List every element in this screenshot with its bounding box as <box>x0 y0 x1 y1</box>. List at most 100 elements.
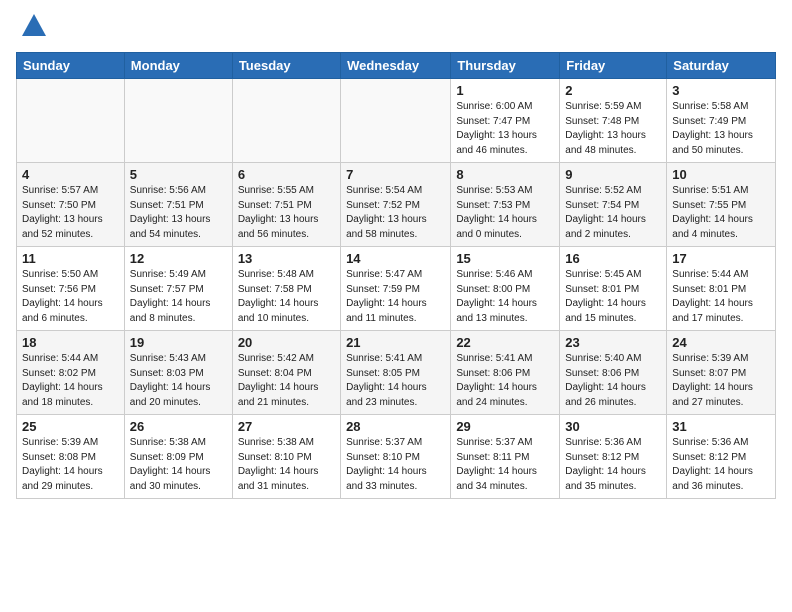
calendar-cell: 31 Sunrise: 5:36 AM Sunset: 8:12 PM Dayli… <box>667 415 776 499</box>
day-number: 21 <box>346 335 445 350</box>
cell-content: Sunrise: 5:52 AM Sunset: 7:54 PM Dayligh… <box>565 184 661 242</box>
calendar-cell: 13 Sunrise: 5:48 AM Sunset: 7:58 PM Dayli… <box>232 247 340 331</box>
calendar-cell: 14 Sunrise: 5:47 AM Sunset: 7:59 PM Dayli… <box>341 247 451 331</box>
calendar-cell: 7Sunrise: 5:54 AM Sunset: 7:52 PM Daylig… <box>341 163 451 247</box>
calendar-week-row: 11Sunrise: 5:50 AM Sunset: 7:56 PM Dayli… <box>17 247 776 331</box>
cell-content: Sunrise: 5:54 AM Sunset: 7:52 PM Dayligh… <box>346 184 445 242</box>
day-number: 9 <box>565 167 661 182</box>
cell-content: Sunrise: 5:39 AM Sunset: 8:07 PM Dayligh… <box>672 352 770 410</box>
day-number: 1 <box>456 83 554 98</box>
calendar-cell: 28Sunrise: 5:37 AM Sunset: 8:10 PM Dayli… <box>341 415 451 499</box>
logo <box>16 16 48 40</box>
calendar-cell: 22 Sunrise: 5:41 AM Sunset: 8:06 PM Dayli… <box>451 331 560 415</box>
calendar-cell: 12 Sunrise: 5:49 AM Sunset: 7:57 PM Dayli… <box>124 247 232 331</box>
day-number: 23 <box>565 335 661 350</box>
weekday-header: Tuesday <box>232 53 340 79</box>
page-header <box>16 16 776 40</box>
cell-content: Sunrise: 5:55 AM Sunset: 7:51 PM Dayligh… <box>238 184 335 242</box>
day-number: 27 <box>238 419 335 434</box>
calendar-cell: 20Sunrise: 5:42 AM Sunset: 8:04 PM Dayli… <box>232 331 340 415</box>
calendar-week-row: 4 Sunrise: 5:57 AM Sunset: 7:50 PM Daylig… <box>17 163 776 247</box>
weekday-header: Wednesday <box>341 53 451 79</box>
cell-content: Sunrise: 5:40 AM Sunset: 8:06 PM Dayligh… <box>565 352 661 410</box>
calendar-cell: 23 Sunrise: 5:40 AM Sunset: 8:06 PM Dayli… <box>560 331 667 415</box>
cell-content: Sunrise: 5:49 AM Sunset: 7:57 PM Dayligh… <box>130 268 227 326</box>
calendar-cell: 29 Sunrise: 5:37 AM Sunset: 8:11 PM Dayli… <box>451 415 560 499</box>
day-number: 13 <box>238 251 335 266</box>
calendar-week-row: 25 Sunrise: 5:39 AM Sunset: 8:08 PM Dayli… <box>17 415 776 499</box>
cell-content: Sunrise: 5:37 AM Sunset: 8:11 PM Dayligh… <box>456 436 554 494</box>
cell-content: Sunrise: 5:51 AM Sunset: 7:55 PM Dayligh… <box>672 184 770 242</box>
cell-content: Sunrise: 5:53 AM Sunset: 7:53 PM Dayligh… <box>456 184 554 242</box>
calendar-cell: 21 Sunrise: 5:41 AM Sunset: 8:05 PM Dayli… <box>341 331 451 415</box>
cell-content: Sunrise: 5:44 AM Sunset: 8:02 PM Dayligh… <box>22 352 119 410</box>
cell-content: Sunrise: 5:59 AM Sunset: 7:48 PM Dayligh… <box>565 100 661 158</box>
day-number: 22 <box>456 335 554 350</box>
calendar-cell: 11Sunrise: 5:50 AM Sunset: 7:56 PM Dayli… <box>17 247 125 331</box>
weekday-header: Monday <box>124 53 232 79</box>
cell-content: Sunrise: 5:44 AM Sunset: 8:01 PM Dayligh… <box>672 268 770 326</box>
cell-content: Sunrise: 5:43 AM Sunset: 8:03 PM Dayligh… <box>130 352 227 410</box>
calendar-cell: 27 Sunrise: 5:38 AM Sunset: 8:10 PM Dayli… <box>232 415 340 499</box>
day-number: 24 <box>672 335 770 350</box>
calendar-week-row: 18 Sunrise: 5:44 AM Sunset: 8:02 PM Dayli… <box>17 331 776 415</box>
calendar-cell: 10 Sunrise: 5:51 AM Sunset: 7:55 PM Dayli… <box>667 163 776 247</box>
cell-content: Sunrise: 5:58 AM Sunset: 7:49 PM Dayligh… <box>672 100 770 158</box>
day-number: 12 <box>130 251 227 266</box>
cell-content: Sunrise: 5:39 AM Sunset: 8:08 PM Dayligh… <box>22 436 119 494</box>
day-number: 16 <box>565 251 661 266</box>
day-number: 10 <box>672 167 770 182</box>
cell-content: Sunrise: 5:36 AM Sunset: 8:12 PM Dayligh… <box>672 436 770 494</box>
cell-content: Sunrise: 5:41 AM Sunset: 8:05 PM Dayligh… <box>346 352 445 410</box>
day-number: 14 <box>346 251 445 266</box>
day-number: 8 <box>456 167 554 182</box>
day-number: 15 <box>456 251 554 266</box>
calendar-cell: 9 Sunrise: 5:52 AM Sunset: 7:54 PM Daylig… <box>560 163 667 247</box>
calendar-cell: 19Sunrise: 5:43 AM Sunset: 8:03 PM Dayli… <box>124 331 232 415</box>
cell-content: Sunrise: 5:42 AM Sunset: 8:04 PM Dayligh… <box>238 352 335 410</box>
calendar-cell: 16Sunrise: 5:45 AM Sunset: 8:01 PM Dayli… <box>560 247 667 331</box>
day-number: 18 <box>22 335 119 350</box>
calendar-cell: 3Sunrise: 5:58 AM Sunset: 7:49 PM Daylig… <box>667 79 776 163</box>
day-number: 4 <box>22 167 119 182</box>
logo-icon <box>20 12 48 40</box>
cell-content: Sunrise: 5:38 AM Sunset: 8:09 PM Dayligh… <box>130 436 227 494</box>
cell-content: Sunrise: 5:57 AM Sunset: 7:50 PM Dayligh… <box>22 184 119 242</box>
day-number: 29 <box>456 419 554 434</box>
calendar-cell: 17 Sunrise: 5:44 AM Sunset: 8:01 PM Dayli… <box>667 247 776 331</box>
weekday-header: Sunday <box>17 53 125 79</box>
day-number: 5 <box>130 167 227 182</box>
calendar-cell: 5Sunrise: 5:56 AM Sunset: 7:51 PM Daylig… <box>124 163 232 247</box>
calendar-cell: 6 Sunrise: 5:55 AM Sunset: 7:51 PM Daylig… <box>232 163 340 247</box>
day-number: 2 <box>565 83 661 98</box>
calendar-cell: 18 Sunrise: 5:44 AM Sunset: 8:02 PM Dayli… <box>17 331 125 415</box>
day-number: 25 <box>22 419 119 434</box>
calendar-cell: 2 Sunrise: 5:59 AM Sunset: 7:48 PM Daylig… <box>560 79 667 163</box>
calendar-cell <box>232 79 340 163</box>
weekday-header: Thursday <box>451 53 560 79</box>
calendar-cell: 1 Sunrise: 6:00 AM Sunset: 7:47 PM Daylig… <box>451 79 560 163</box>
weekday-header: Saturday <box>667 53 776 79</box>
cell-content: Sunrise: 5:47 AM Sunset: 7:59 PM Dayligh… <box>346 268 445 326</box>
calendar-cell <box>124 79 232 163</box>
calendar-cell: 30Sunrise: 5:36 AM Sunset: 8:12 PM Dayli… <box>560 415 667 499</box>
cell-content: Sunrise: 5:41 AM Sunset: 8:06 PM Dayligh… <box>456 352 554 410</box>
calendar-week-row: 1 Sunrise: 6:00 AM Sunset: 7:47 PM Daylig… <box>17 79 776 163</box>
calendar-cell: 24 Sunrise: 5:39 AM Sunset: 8:07 PM Dayli… <box>667 331 776 415</box>
calendar-cell: 26 Sunrise: 5:38 AM Sunset: 8:09 PM Dayli… <box>124 415 232 499</box>
cell-content: Sunrise: 5:38 AM Sunset: 8:10 PM Dayligh… <box>238 436 335 494</box>
day-number: 31 <box>672 419 770 434</box>
day-number: 17 <box>672 251 770 266</box>
calendar-cell <box>17 79 125 163</box>
day-number: 6 <box>238 167 335 182</box>
cell-content: Sunrise: 5:48 AM Sunset: 7:58 PM Dayligh… <box>238 268 335 326</box>
weekday-header: Friday <box>560 53 667 79</box>
cell-content: Sunrise: 5:46 AM Sunset: 8:00 PM Dayligh… <box>456 268 554 326</box>
calendar-table: SundayMondayTuesdayWednesdayThursdayFrid… <box>16 52 776 499</box>
day-number: 30 <box>565 419 661 434</box>
day-number: 26 <box>130 419 227 434</box>
cell-content: Sunrise: 6:00 AM Sunset: 7:47 PM Dayligh… <box>456 100 554 158</box>
cell-content: Sunrise: 5:50 AM Sunset: 7:56 PM Dayligh… <box>22 268 119 326</box>
day-number: 28 <box>346 419 445 434</box>
calendar-cell: 8 Sunrise: 5:53 AM Sunset: 7:53 PM Daylig… <box>451 163 560 247</box>
